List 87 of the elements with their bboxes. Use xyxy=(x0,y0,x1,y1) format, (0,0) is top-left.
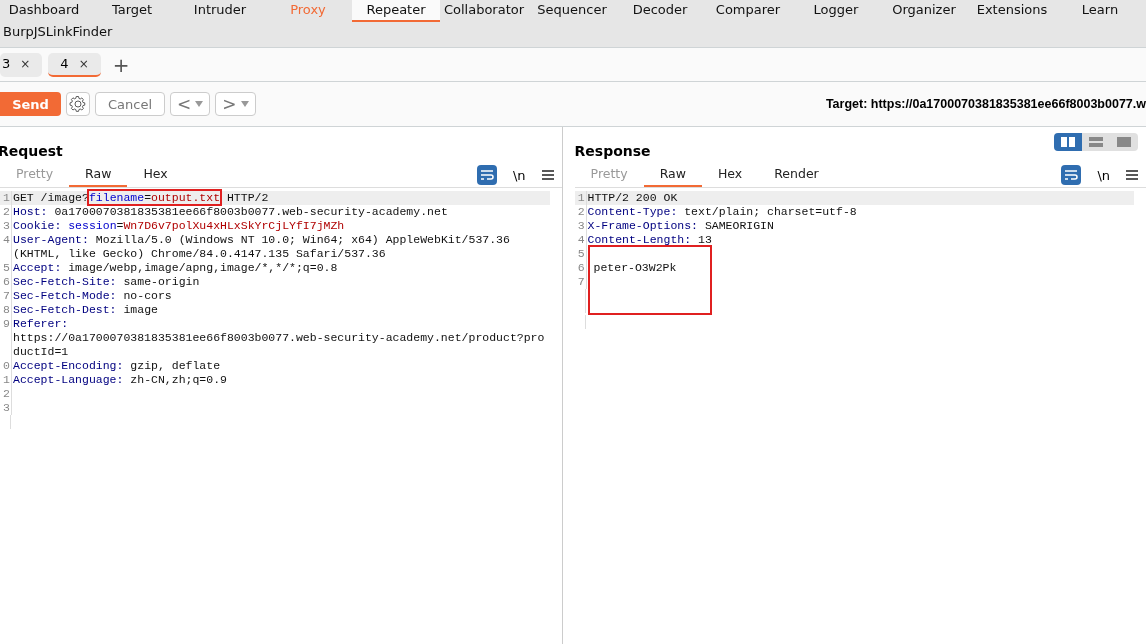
settings-icon xyxy=(69,95,87,113)
session-tab[interactable]: 3 × xyxy=(0,52,43,77)
nav-tab[interactable]: Collaborator xyxy=(440,0,528,22)
close-tab[interactable]: × xyxy=(20,56,31,71)
line-number: 8 xyxy=(0,303,12,317)
cancel-button[interactable]: Cancel xyxy=(95,92,165,116)
tab-label: 3 xyxy=(2,56,11,71)
newline-toggle[interactable]: \n xyxy=(1093,167,1114,183)
line-number: 2 xyxy=(0,387,12,401)
line-number: 0 xyxy=(0,359,12,373)
code-line: Accept-Encoding: gzip, deflate xyxy=(12,359,221,373)
line-number: 4 xyxy=(574,233,587,247)
nav-tab[interactable]: Decoder xyxy=(616,0,704,22)
code-line: Sec-Fetch-Dest: image xyxy=(12,303,158,317)
code-line: Host: 0a1700070381835381ee66f8003b0077.web-security-academy.net xyxy=(12,205,448,219)
wrap-lines-button[interactable] xyxy=(476,165,497,185)
line-number: 7 xyxy=(0,289,12,303)
nav-tab[interactable]: Target xyxy=(88,0,176,22)
layout-icon xyxy=(1061,137,1075,147)
panel-title: Request xyxy=(0,142,63,161)
layout-icon xyxy=(1117,137,1131,147)
nav-tab[interactable]: Sequencer xyxy=(528,0,616,22)
close-tab[interactable]: × xyxy=(78,56,89,71)
line-number: 6 xyxy=(574,261,587,275)
line-number: 4 xyxy=(0,233,12,247)
line-number: 2 xyxy=(0,205,12,219)
code-line: Content-Length: 13 xyxy=(586,233,712,247)
line-number: 6 xyxy=(0,275,12,289)
code-line: (KHTML, like Gecko) Chrome/84.0.4147.135 Safari/537.36 xyxy=(12,247,386,261)
nav-tab[interactable]: Intruder xyxy=(176,0,264,22)
wrap-lines-icon xyxy=(1064,169,1079,181)
code-line: X-Frame-Options: SAMEORIGIN xyxy=(586,219,774,233)
line-number: 5 xyxy=(574,247,587,261)
layout-button[interactable] xyxy=(1054,133,1082,151)
back-button[interactable]: < xyxy=(170,92,211,116)
menu-icon[interactable] xyxy=(541,170,554,180)
editor-tab[interactable]: Hex xyxy=(127,163,184,187)
line-number: 3 xyxy=(0,219,12,233)
code-line: HTTP/2 200 OK xyxy=(586,191,678,205)
layout-icon xyxy=(1089,137,1103,147)
line-number: 7 xyxy=(574,275,587,289)
caret-icon xyxy=(195,101,204,107)
code-line: Sec-Fetch-Mode: no-cors xyxy=(12,289,172,303)
code-line: Accept: image/webp,image/apng,image/*,*/*;q=0.8 xyxy=(12,261,338,275)
code-line: Content-Type: text/plain; charset=utf-8 xyxy=(586,205,857,219)
nav-tab[interactable]: Dashboard xyxy=(0,0,88,22)
settings-button[interactable] xyxy=(66,92,90,116)
menu-icon[interactable] xyxy=(1126,170,1138,180)
line-number: 3 xyxy=(574,219,587,233)
editor-tab[interactable]: Hex xyxy=(701,163,759,187)
wrap-lines-icon xyxy=(479,169,494,181)
line-number: 1 xyxy=(0,373,12,387)
line-number: 1 xyxy=(0,191,12,205)
forward-button[interactable]: > xyxy=(215,92,256,116)
target-url: Target: https://0a1700070381835381ee66f8003b0077.w xyxy=(825,97,1146,111)
editor-tab[interactable]: Render xyxy=(758,163,835,187)
code-line: Sec-Fetch-Site: same-origin xyxy=(12,275,200,289)
newline-toggle[interactable]: \n xyxy=(508,167,530,183)
code-line: peter-O3W2Pk xyxy=(593,261,677,275)
editor-tab[interactable]: Raw xyxy=(69,163,128,187)
add-tab-button[interactable]: + xyxy=(106,52,136,77)
nav-tab[interactable]: Learn xyxy=(1056,0,1144,22)
code-line: Referer: xyxy=(12,317,69,331)
nav-tab[interactable]: Logger xyxy=(792,0,880,22)
tab-label: 4 xyxy=(60,56,69,71)
code-line: https://0a1700070381835381ee66f8003b0077.web-security-academy.net/product?pro xyxy=(12,331,545,345)
nav-tab[interactable]: Extensions xyxy=(968,0,1056,22)
layout-button[interactable] xyxy=(1110,133,1138,151)
session-tab[interactable]: 4 × xyxy=(48,52,101,77)
line-number: 2 xyxy=(574,205,587,219)
wrap-lines-button[interactable] xyxy=(1061,165,1082,185)
code-line: ductId=1 xyxy=(12,345,69,359)
nav-tab[interactable]: Repeater xyxy=(352,0,440,22)
nav-tab[interactable]: BurpJSLinkFinder xyxy=(0,22,116,44)
code-line: Accept-Language: zh-CN,zh;q=0.9 xyxy=(12,373,227,387)
panel-title: Response xyxy=(574,142,651,161)
nav-tab[interactable]: Comparer xyxy=(704,0,792,22)
caret-icon xyxy=(240,101,249,107)
nav-tab[interactable]: Organizer xyxy=(880,0,968,22)
layout-button[interactable] xyxy=(1082,133,1110,151)
code-line: User-Agent: Mozilla/5.0 (Windows NT 10.0; Win64; x64) AppleWebKit/537.36 xyxy=(12,233,510,247)
code-line: Cookie: session=Wn7D6v7polXu4xHLxSkYrCjLYfI7jMZh xyxy=(12,219,345,233)
line-number: 9 xyxy=(0,317,12,331)
line-number: 1 xyxy=(574,191,587,205)
line-number: 5 xyxy=(0,261,12,275)
editor-tab[interactable]: Raw xyxy=(643,163,702,187)
line-number: 3 xyxy=(0,401,12,415)
